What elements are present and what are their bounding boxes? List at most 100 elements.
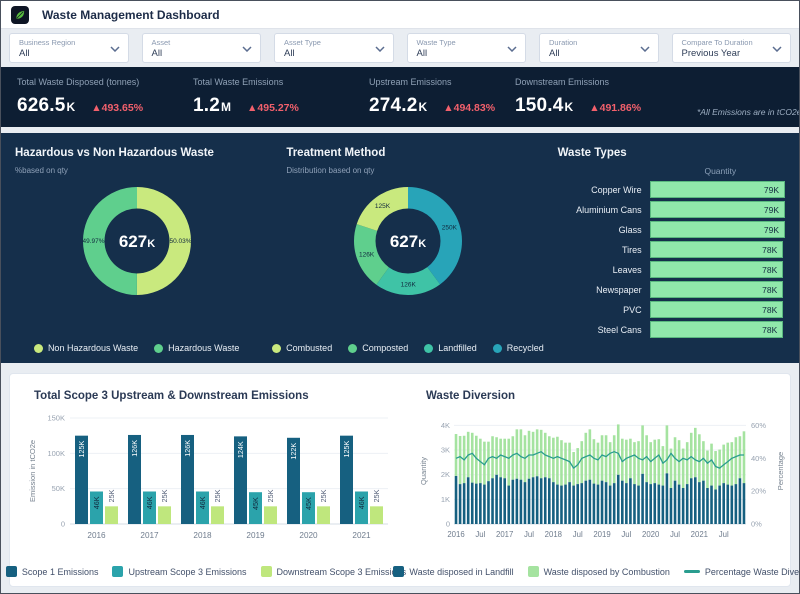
landfill-bar[interactable] xyxy=(585,481,588,524)
combustion-bar[interactable] xyxy=(735,437,738,484)
combustion-bar[interactable] xyxy=(714,451,717,489)
landfill-bar[interactable] xyxy=(524,482,527,524)
combustion-bar[interactable] xyxy=(682,449,685,488)
combustion-bar[interactable] xyxy=(617,424,620,474)
landfill-bar[interactable] xyxy=(702,481,705,524)
landfill-bar[interactable] xyxy=(475,484,478,524)
combustion-bar[interactable] xyxy=(625,440,628,483)
landfill-bar[interactable] xyxy=(645,482,648,524)
landfill-bar[interactable] xyxy=(589,480,592,524)
landfill-bar[interactable] xyxy=(686,484,689,524)
landfill-bar[interactable] xyxy=(556,485,559,524)
landfill-bar[interactable] xyxy=(706,488,709,524)
combustion-bar[interactable] xyxy=(690,433,693,478)
legend-item-upstream-scope-3-emissions[interactable]: Upstream Scope 3 Emissions xyxy=(112,566,246,577)
landfill-bar[interactable] xyxy=(714,489,717,524)
landfill-bar[interactable] xyxy=(552,482,555,524)
landfill-bar[interactable] xyxy=(483,485,486,524)
bar-downstream-scope-3-emissions[interactable] xyxy=(370,506,383,524)
filter-waste-type[interactable]: Waste Type All xyxy=(407,33,527,63)
landfill-bar[interactable] xyxy=(605,482,608,524)
combustion-bar[interactable] xyxy=(455,434,458,476)
landfill-bar[interactable] xyxy=(491,478,494,524)
combustion-bar[interactable] xyxy=(698,434,701,482)
combustion-bar[interactable] xyxy=(507,439,510,486)
waste-type-bar[interactable]: 78K xyxy=(650,281,784,298)
combustion-bar[interactable] xyxy=(487,442,490,481)
combustion-bar[interactable] xyxy=(609,442,612,485)
landfill-bar[interactable] xyxy=(499,477,502,524)
combustion-bar[interactable] xyxy=(597,443,600,485)
landfill-bar[interactable] xyxy=(593,484,596,524)
landfill-bar[interactable] xyxy=(520,480,523,524)
legend-item-waste-disposed-by-combustion[interactable]: Waste disposed by Combustion xyxy=(528,566,670,577)
landfill-bar[interactable] xyxy=(455,476,458,524)
landfill-bar[interactable] xyxy=(580,483,583,524)
landfill-bar[interactable] xyxy=(479,483,482,524)
landfill-bar[interactable] xyxy=(698,482,701,524)
combustion-bar[interactable] xyxy=(666,425,669,473)
bar-downstream-scope-3-emissions[interactable] xyxy=(317,506,330,524)
combustion-bar[interactable] xyxy=(694,428,697,477)
combustion-bar[interactable] xyxy=(564,443,567,485)
landfill-bar[interactable] xyxy=(536,476,539,524)
legend-item-composted[interactable]: Composted xyxy=(348,343,408,353)
combustion-bar[interactable] xyxy=(743,431,746,483)
combustion-bar[interactable] xyxy=(512,436,515,479)
landfill-bar[interactable] xyxy=(641,474,644,524)
landfill-bar[interactable] xyxy=(722,483,725,524)
combustion-bar[interactable] xyxy=(499,439,502,477)
filter-asset-type[interactable]: Asset Type All xyxy=(274,33,394,63)
legend-item-hazardous-waste[interactable]: Hazardous Waste xyxy=(154,343,239,353)
landfill-bar[interactable] xyxy=(516,479,519,524)
bar-downstream-scope-3-emissions[interactable] xyxy=(211,506,224,524)
filter-asset[interactable]: Asset All xyxy=(142,33,262,63)
combustion-bar[interactable] xyxy=(662,446,665,485)
combustion-bar[interactable] xyxy=(495,437,498,474)
combustion-bar[interactable] xyxy=(731,442,734,485)
landfill-bar[interactable] xyxy=(670,488,673,524)
landfill-bar[interactable] xyxy=(617,475,620,524)
combustion-bar[interactable] xyxy=(649,442,652,484)
landfill-bar[interactable] xyxy=(690,478,693,524)
legend-item-combusted[interactable]: Combusted xyxy=(272,343,332,353)
waste-type-bar[interactable]: 79K xyxy=(650,221,785,238)
combustion-bar[interactable] xyxy=(613,435,616,483)
landfill-bar[interactable] xyxy=(463,483,466,524)
legend-item-percentage-waste-divert[interactable]: Percentage Waste Divert xyxy=(684,566,800,577)
combustion-bar[interactable] xyxy=(702,441,705,480)
combustion-bar[interactable] xyxy=(503,439,506,478)
combustion-bar[interactable] xyxy=(641,425,644,473)
combustion-bar[interactable] xyxy=(605,435,608,482)
combustion-bar[interactable] xyxy=(540,430,543,478)
combustion-bar[interactable] xyxy=(686,442,689,484)
combustion-bar[interactable] xyxy=(637,441,640,485)
combustion-bar[interactable] xyxy=(658,439,661,484)
landfill-bar[interactable] xyxy=(487,481,490,524)
landfill-bar[interactable] xyxy=(743,483,746,524)
landfill-bar[interactable] xyxy=(653,483,656,524)
landfill-bar[interactable] xyxy=(731,486,734,524)
combustion-bar[interactable] xyxy=(593,439,596,483)
landfill-bar[interactable] xyxy=(710,486,713,524)
landfill-bar[interactable] xyxy=(548,478,551,524)
legend-item-waste-disposed-in-landfill[interactable]: Waste disposed in Landfill xyxy=(393,566,513,577)
landfill-bar[interactable] xyxy=(544,477,547,524)
bar-downstream-scope-3-emissions[interactable] xyxy=(264,506,277,524)
waste-type-bar[interactable]: 78K xyxy=(650,261,784,278)
landfill-bar[interactable] xyxy=(564,485,567,524)
landfill-bar[interactable] xyxy=(735,484,738,524)
filter-business-region[interactable]: Business Region All xyxy=(9,33,129,63)
landfill-bar[interactable] xyxy=(471,483,474,524)
landfill-bar[interactable] xyxy=(694,477,697,524)
landfill-bar[interactable] xyxy=(678,485,681,524)
bar-downstream-scope-3-emissions[interactable] xyxy=(158,506,171,524)
combustion-bar[interactable] xyxy=(471,433,474,483)
combustion-bar[interactable] xyxy=(560,440,563,485)
landfill-bar[interactable] xyxy=(682,488,685,524)
landfill-bar[interactable] xyxy=(572,486,575,524)
legend-item-landfilled[interactable]: Landfilled xyxy=(424,343,477,353)
landfill-bar[interactable] xyxy=(625,483,628,524)
landfill-bar[interactable] xyxy=(459,484,462,524)
legend-item-scope-1-emissions[interactable]: Scope 1 Emissions xyxy=(6,566,99,577)
